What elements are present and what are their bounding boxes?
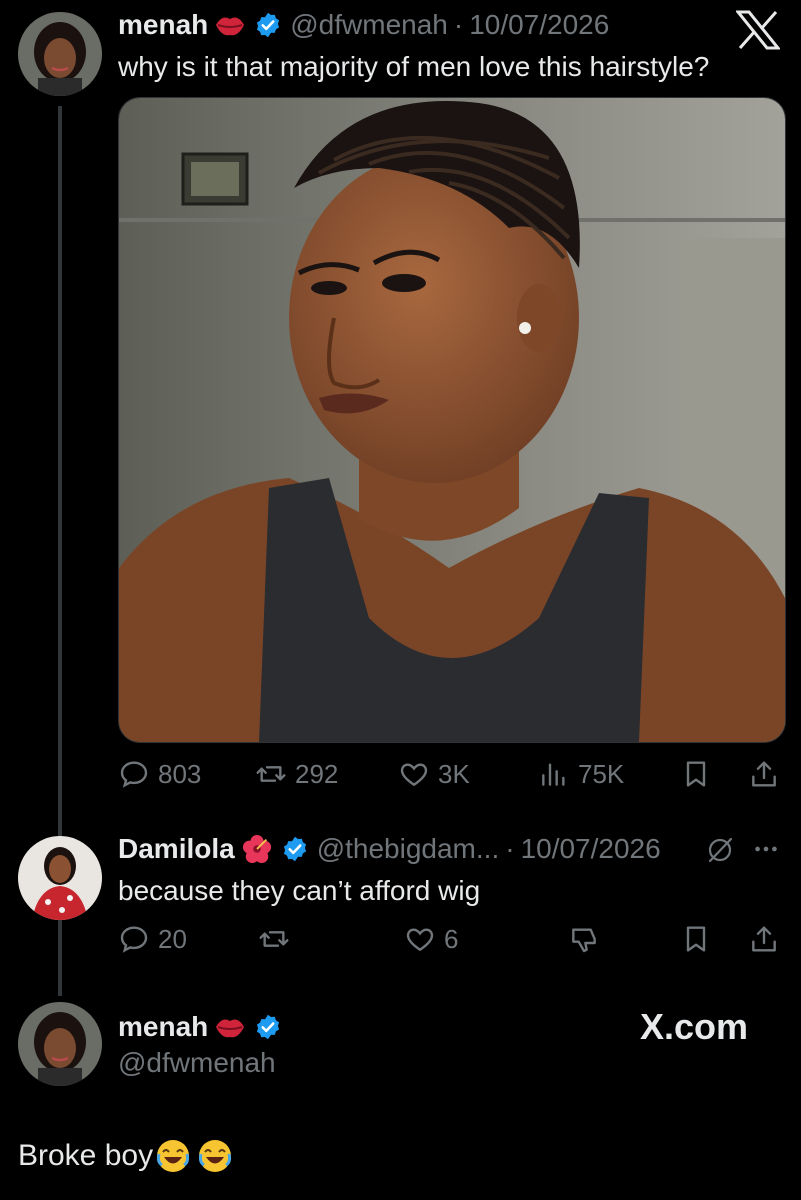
repost-button[interactable]: 292	[255, 758, 338, 790]
site-watermark: X.com	[640, 1006, 749, 1047]
views-icon	[542, 763, 565, 786]
separator: ·	[453, 9, 464, 40]
repost-icon	[256, 766, 286, 782]
author-handle[interactable]: @thebigdam...	[317, 832, 500, 866]
reply-button[interactable]: 803	[118, 758, 201, 790]
share-icon	[752, 926, 776, 952]
laughing-emoji-icon	[199, 1140, 232, 1172]
reply-actions: 20 6	[0, 922, 801, 956]
views-count: 75K	[578, 758, 625, 789]
verified-badge-icon	[257, 1014, 280, 1040]
author-handle[interactable]: @dfwmenah	[290, 8, 448, 42]
share-button[interactable]	[748, 758, 780, 790]
more-icon[interactable]	[751, 834, 781, 864]
reply-date[interactable]: 10/07/2026	[521, 832, 661, 866]
bookmark-button[interactable]	[680, 923, 712, 955]
post-text: why is it that majority of men love this…	[118, 51, 710, 82]
reply-button[interactable]: 20	[118, 923, 187, 955]
reply1-header: Damilola @thebigdam... · 10/07/2026	[118, 832, 661, 866]
repost-icon	[259, 931, 289, 947]
repost-count: 292	[295, 758, 339, 789]
author-handle[interactable]: @dfwmenah	[118, 1046, 276, 1080]
share-icon	[752, 761, 776, 787]
like-count: 6	[444, 923, 459, 954]
post-actions: 803 292 3K 75K	[0, 757, 801, 791]
x-logo-icon[interactable]	[736, 10, 780, 50]
downvote-button[interactable]	[568, 923, 600, 955]
post-image[interactable]	[118, 97, 786, 743]
reply-icon	[120, 761, 148, 788]
lips-emoji-icon	[216, 17, 245, 36]
like-icon	[400, 763, 428, 787]
bookmark-icon	[686, 926, 706, 952]
views-button[interactable]: 75K	[538, 758, 624, 790]
grok-icon[interactable]	[704, 834, 736, 866]
lips-emoji-icon	[216, 1019, 245, 1038]
reply-count: 803	[158, 758, 202, 789]
author-name[interactable]: menah	[118, 1010, 208, 1044]
share-button[interactable]	[748, 923, 780, 955]
bookmark-icon	[686, 761, 706, 787]
separator: ·	[505, 833, 515, 864]
repost-button[interactable]	[258, 923, 290, 955]
avatar-menah[interactable]	[18, 12, 102, 96]
laughing-emoji-icon	[157, 1140, 190, 1172]
reply-icon	[120, 926, 148, 953]
reply-count: 20	[158, 923, 187, 954]
downvote-icon	[572, 928, 596, 953]
reply2-header: menah	[118, 1010, 282, 1044]
like-button[interactable]: 6	[404, 923, 458, 955]
avatar-damilola[interactable]	[18, 836, 102, 920]
post-date[interactable]: 10/07/2026	[469, 8, 609, 42]
reply2-text: Broke boy	[18, 1136, 233, 1176]
hibiscus-emoji-icon	[242, 834, 271, 864]
author-name[interactable]: Damilola	[118, 832, 235, 866]
verified-badge-icon	[283, 836, 306, 862]
like-icon	[406, 928, 434, 952]
reply2-text-content: Broke boy	[18, 1139, 154, 1172]
bookmark-button[interactable]	[680, 758, 712, 790]
verified-badge-icon	[257, 12, 280, 38]
like-button[interactable]: 3K	[398, 758, 470, 790]
post-header: menah @dfwmenah · 10/07/2026	[118, 8, 609, 42]
author-name[interactable]: menah	[118, 8, 208, 42]
like-count: 3K	[438, 758, 470, 789]
reply-text: because they can’t afford wig	[118, 875, 481, 906]
avatar-menah[interactable]	[18, 1002, 102, 1086]
